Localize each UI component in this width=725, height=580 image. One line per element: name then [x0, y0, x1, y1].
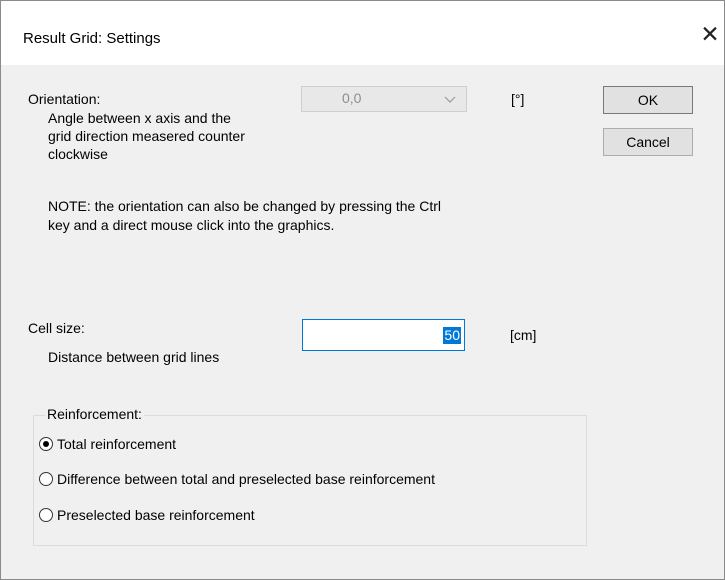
radio-label-preselected-base-reinforcement[interactable]: Preselected base reinforcement [57, 506, 255, 524]
cell-size-description: Distance between grid lines [48, 349, 220, 365]
chevron-down-icon [444, 96, 456, 103]
title-bar: Result Grid: Settings ✕ [1, 1, 724, 65]
radio-total-reinforcement[interactable] [39, 437, 53, 451]
dialog-title: Result Grid: Settings [23, 30, 161, 47]
radio-selected-dot [43, 441, 49, 447]
orientation-note-line-2: key and a direct mouse click into the gr… [48, 217, 335, 233]
cell-size-label: Cell size: [28, 320, 85, 336]
ok-button[interactable]: OK [603, 86, 693, 114]
cell-size-value: 50 [443, 327, 461, 344]
radio-label-difference-reinforcement[interactable]: Difference between total and preselected… [57, 470, 435, 488]
orientation-label: Orientation: [28, 91, 101, 107]
orientation-description-line-2: grid direction measered counter [48, 128, 245, 144]
close-icon[interactable]: ✕ [697, 20, 723, 48]
radio-label-total-reinforcement[interactable]: Total reinforcement [57, 435, 176, 453]
cell-size-unit: [cm] [510, 327, 537, 343]
radio-preselected-base-reinforcement[interactable] [39, 508, 53, 522]
orientation-unit: [°] [511, 91, 525, 107]
orientation-description-line-3: clockwise [48, 146, 108, 162]
cancel-button[interactable]: Cancel [603, 128, 693, 156]
orientation-note-line-1: NOTE: the orientation can also be change… [48, 198, 441, 214]
reinforcement-group-title: Reinforcement: [45, 405, 144, 423]
settings-dialog: Result Grid: Settings ✕ Orientation: Ang… [0, 0, 725, 580]
orientation-dropdown[interactable]: 0,0 [301, 86, 467, 112]
cell-size-input[interactable]: 50 [302, 319, 465, 351]
radio-difference-reinforcement[interactable] [39, 472, 53, 486]
orientation-value: 0,0 [342, 90, 362, 106]
orientation-description-line-1: Angle between x axis and the [48, 110, 231, 126]
